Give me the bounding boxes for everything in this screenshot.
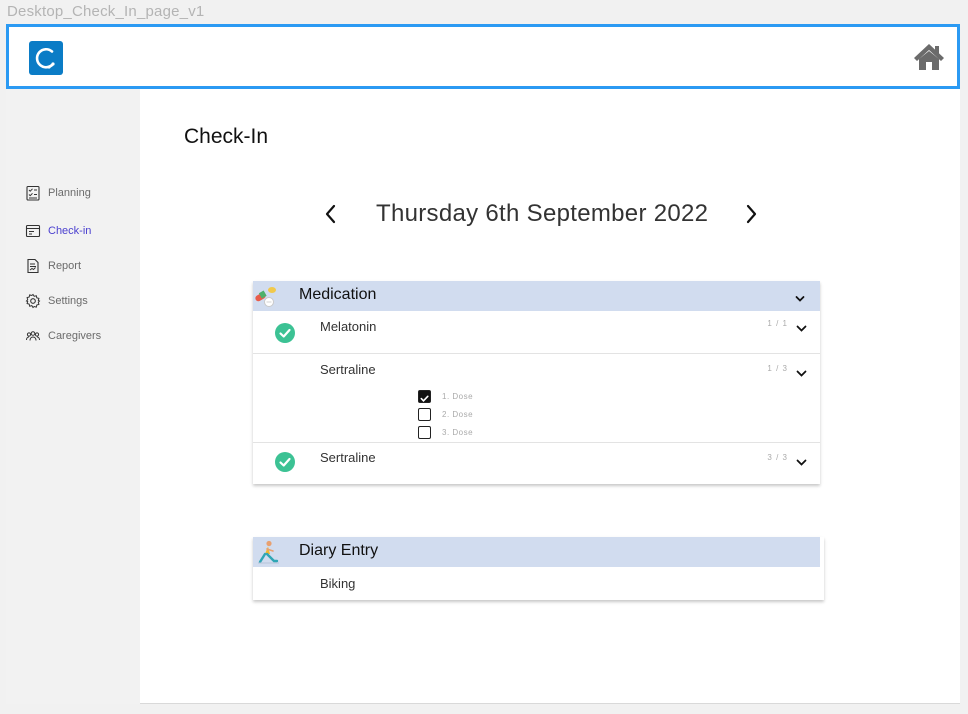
people-group-icon: [25, 328, 41, 344]
main-content: Check-In Thursday 6th September 2022 Med…: [140, 89, 960, 704]
medication-card: Medication Melatonin 1 / 1 Sertraline 1 …: [253, 281, 820, 484]
chevron-left-icon: [325, 204, 336, 224]
diary-card-header[interactable]: Diary Entry: [253, 537, 820, 567]
sidebar-item-settings[interactable]: Settings: [25, 293, 88, 309]
sidebar-item-caregivers[interactable]: Caregivers: [25, 328, 101, 344]
dose-checkbox[interactable]: [418, 408, 431, 421]
medication-name: Sertraline: [320, 362, 376, 377]
dose-count: 3 / 3: [767, 453, 788, 462]
sidebar-item-label: Caregivers: [48, 330, 102, 342]
app-frame: Planning Check-in Report Settings Caregi…: [6, 24, 960, 704]
medication-row[interactable]: Sertraline 3 / 3: [253, 443, 820, 484]
sidebar-item-planning[interactable]: Planning: [25, 185, 91, 201]
sidebar-item-check-in[interactable]: Check-in: [25, 223, 91, 239]
previous-day-button[interactable]: [321, 201, 341, 227]
sidebar-item-label: Check-in: [48, 225, 92, 237]
sidebar: Planning Check-in Report Settings Caregi…: [6, 89, 140, 704]
sidebar-item-label: Settings: [48, 295, 88, 307]
current-date: Thursday 6th September 2022: [376, 200, 709, 227]
frame-label: Desktop_Check_In_page_v1: [7, 3, 205, 20]
app-logo-refresh-icon[interactable]: [29, 41, 63, 75]
top-bar: [6, 24, 960, 89]
dose-item: 1. Dose: [418, 390, 473, 403]
medication-row[interactable]: Melatonin 1 / 1: [253, 311, 820, 354]
chevron-down-icon[interactable]: [796, 365, 807, 377]
check-circle-icon: [275, 452, 295, 472]
sidebar-item-label: Report: [48, 260, 82, 272]
check-circle-icon: [275, 323, 295, 343]
chevron-right-icon: [746, 204, 757, 224]
home-icon[interactable]: [913, 42, 945, 72]
diary-entry-text: Biking: [320, 576, 356, 591]
dose-count: 1 / 1: [767, 319, 788, 328]
sidebar-item-label: Planning: [48, 187, 91, 199]
next-day-button[interactable]: [741, 201, 761, 227]
diary-title: Diary Entry: [299, 542, 379, 559]
chevron-down-icon[interactable]: [796, 320, 807, 332]
date-navigator: Thursday 6th September 2022: [140, 197, 960, 231]
chevron-down-icon[interactable]: [796, 454, 807, 466]
dose-item: 2. Dose: [418, 408, 473, 421]
diary-entry-card: Diary Entry Biking: [253, 537, 824, 600]
medication-name: Sertraline: [320, 450, 376, 465]
report-document-icon: [25, 258, 41, 274]
medication-row-expanded[interactable]: Sertraline 1 / 3 1. Dose 2. Dose 3. Dose: [253, 354, 820, 443]
dose-item: 3. Dose: [418, 426, 473, 439]
medication-card-header[interactable]: Medication: [253, 281, 820, 311]
sidebar-item-report[interactable]: Report: [25, 258, 81, 274]
exercise-person-icon: [253, 537, 283, 567]
gear-icon: [25, 293, 41, 309]
medication-title: Medication: [299, 286, 377, 303]
dose-checkbox[interactable]: [418, 426, 431, 439]
pills-icon: [253, 281, 283, 311]
planning-checklist-icon: [25, 185, 41, 201]
dose-label: 1. Dose: [442, 392, 474, 401]
dose-count: 1 / 3: [767, 364, 788, 373]
dose-label: 3. Dose: [442, 428, 474, 437]
dose-label: 2. Dose: [442, 410, 474, 419]
diary-entry-row[interactable]: Biking: [253, 570, 824, 600]
chevron-down-icon[interactable]: [794, 291, 806, 302]
page-title: Check-In: [184, 125, 269, 148]
medication-name: Melatonin: [320, 319, 377, 334]
dose-checkbox[interactable]: [418, 390, 431, 403]
checkin-card-icon: [25, 223, 41, 239]
